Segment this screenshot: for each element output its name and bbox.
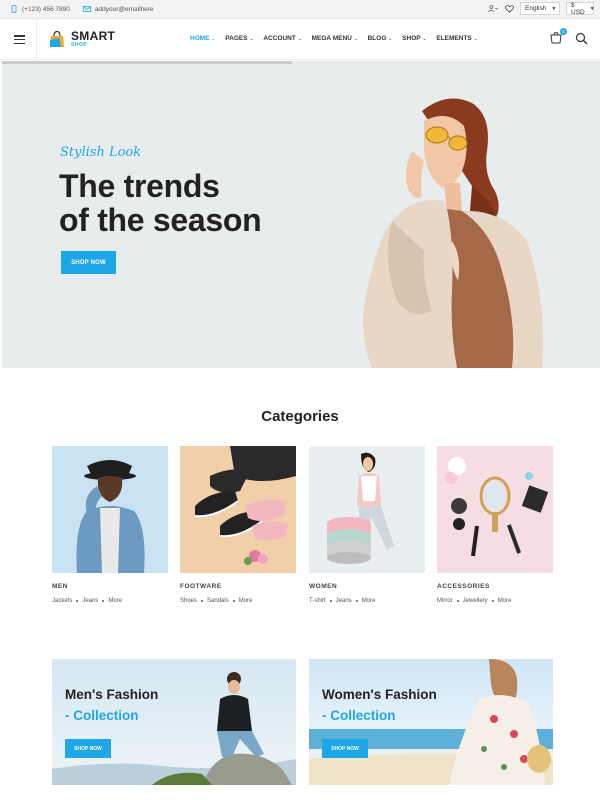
separator-dot: [76, 600, 79, 602]
slider-progress-bar: [2, 61, 292, 64]
sublink[interactable]: Sandals: [207, 598, 229, 604]
category-image-women[interactable]: [309, 446, 425, 573]
nav-home[interactable]: HOME ⌄: [190, 35, 215, 42]
category-card-women[interactable]: WOMEN T-shirt Jeans More: [309, 446, 425, 604]
sublink[interactable]: Jewellery: [463, 598, 488, 604]
chevron-down-icon: ⌄: [473, 35, 478, 41]
separator-dot: [232, 600, 235, 602]
banner-shop-now-button[interactable]: SHOP NOW: [65, 739, 111, 758]
separator-dot: [102, 600, 105, 602]
chevron-down-icon: ⌄: [388, 35, 393, 41]
womens-fashion-banner[interactable]: Women's Fashion - Collection SHOP NOW: [309, 659, 553, 785]
site-logo[interactable]: SMART SHOP: [47, 29, 115, 49]
phone-icon: [11, 5, 17, 13]
hero-model-image: [363, 98, 543, 368]
banner-subtitle: - Collection: [65, 708, 139, 723]
category-sublinks: Jackets Jeans More: [52, 598, 168, 604]
logo-subtext: SHOP: [71, 42, 88, 48]
category-name[interactable]: ACCESSORIES: [437, 583, 553, 590]
user-account-icon[interactable]: [488, 4, 498, 14]
chevron-down-icon: ▼: [551, 5, 557, 12]
chevron-down-icon: ⌄: [353, 35, 358, 41]
hero-banner: Stylish Look The trends of the season SH…: [2, 61, 600, 368]
header-divider: [36, 19, 37, 60]
main-header: SMART SHOP HOME ⌄ PAGES ⌄ ACCOUNT ⌄ MEGA ME…: [0, 19, 600, 60]
nav-account[interactable]: ACCOUNT ⌄: [263, 35, 301, 42]
heart-icon[interactable]: [504, 4, 514, 14]
category-sublinks: T-shirt Jeans More: [309, 598, 425, 604]
separator-dot: [329, 600, 332, 602]
chevron-down-icon: ⌄: [297, 35, 302, 41]
category-card-footware[interactable]: FOOTWARE Shoes Sandals More: [180, 446, 296, 604]
sublink[interactable]: More: [498, 598, 512, 604]
sublink[interactable]: Shoes: [180, 598, 197, 604]
menu-icon[interactable]: [14, 35, 25, 44]
sublink[interactable]: Jeans: [82, 598, 98, 604]
separator-dot: [456, 600, 459, 602]
category-name[interactable]: WOMEN: [309, 583, 425, 590]
category-sublinks: Mirror Jewellery More: [437, 598, 553, 604]
separator-dot: [201, 600, 204, 602]
banner-title: Women's Fashion: [322, 687, 437, 702]
category-name[interactable]: MEN: [52, 583, 168, 590]
cart-button[interactable]: 0: [549, 28, 567, 45]
category-card-men[interactable]: MEN Jackets Jeans More: [52, 446, 168, 604]
hero-title: The trends of the season: [59, 168, 262, 238]
hero-title-line-2: of the season: [59, 202, 262, 238]
currency-select[interactable]: $ USD ▼: [566, 1, 595, 16]
categories-heading: Categories: [261, 408, 339, 425]
sublink[interactable]: More: [108, 598, 122, 604]
sublink[interactable]: More: [239, 598, 253, 604]
language-select[interactable]: English ▼: [520, 2, 560, 15]
nav-shop[interactable]: SHOP ⌄: [402, 35, 426, 42]
sublink[interactable]: Jackets: [52, 598, 72, 604]
separator-dot: [491, 600, 494, 602]
hero-title-line-1: The trends: [59, 168, 220, 204]
shopping-bag-logo-icon: [50, 30, 64, 47]
top-bar-right: English ▼ $ USD ▼: [488, 1, 595, 16]
currency-value: $ USD: [571, 1, 585, 16]
hero-shop-now-button[interactable]: SHOP NOW: [61, 251, 116, 274]
separator-dot: [355, 600, 358, 602]
banner-shop-now-button[interactable]: SHOP NOW: [322, 739, 368, 758]
category-name[interactable]: FOOTWARE: [180, 583, 296, 590]
main-nav: HOME ⌄ PAGES ⌄ ACCOUNT ⌄ MEGA MENU ⌄ BLOG ⌄ S…: [190, 35, 478, 42]
category-card-accessories[interactable]: ACCESSORIES Mirror Jewellery More: [437, 446, 553, 604]
search-icon[interactable]: [575, 32, 588, 45]
chevron-down-icon: ▼: [589, 5, 595, 12]
nav-blog[interactable]: BLOG ⌄: [368, 35, 393, 42]
nav-elements[interactable]: ELEMENTS ⌄: [436, 35, 477, 42]
nav-mega-menu[interactable]: MEGA MENU ⌄: [312, 35, 358, 42]
chevron-down-icon: ⌄: [249, 35, 254, 41]
category-sublinks: Shoes Sandals More: [180, 598, 296, 604]
logo-text: SMART: [71, 29, 116, 43]
hero-subtitle: Stylish Look: [60, 145, 142, 160]
sublink[interactable]: More: [362, 598, 376, 604]
phone-contact[interactable]: (+123) 456 7890: [10, 5, 70, 13]
sublink[interactable]: T-shirt: [309, 598, 326, 604]
category-image-men[interactable]: [52, 446, 168, 573]
email-contact[interactable]: addyour@emailhere: [82, 5, 154, 13]
header-actions: 0: [549, 28, 588, 45]
envelope-icon: [82, 6, 91, 12]
phone-number: (+123) 456 7890: [22, 5, 70, 13]
sublink[interactable]: Jeans: [336, 598, 352, 604]
sublink[interactable]: Mirror: [437, 598, 453, 604]
chevron-down-icon: ⌄: [211, 35, 216, 41]
email-address: addyour@emailhere: [94, 5, 154, 13]
mens-fashion-banner[interactable]: Men's Fashion - Collection SHOP NOW: [52, 659, 296, 785]
top-bar: (+123) 456 7890 addyour@emailhere Englis…: [0, 0, 600, 19]
category-image-footware[interactable]: [180, 446, 296, 573]
chevron-down-icon: ⌄: [422, 35, 427, 41]
category-image-accessories[interactable]: [437, 446, 553, 573]
banner-subtitle: - Collection: [322, 708, 396, 723]
banner-title: Men's Fashion: [65, 687, 159, 702]
nav-pages[interactable]: PAGES ⌄: [225, 35, 253, 42]
contact-info: (+123) 456 7890 addyour@emailhere: [10, 5, 162, 13]
language-value: English: [525, 5, 547, 12]
cart-count-badge: 0: [560, 28, 567, 35]
